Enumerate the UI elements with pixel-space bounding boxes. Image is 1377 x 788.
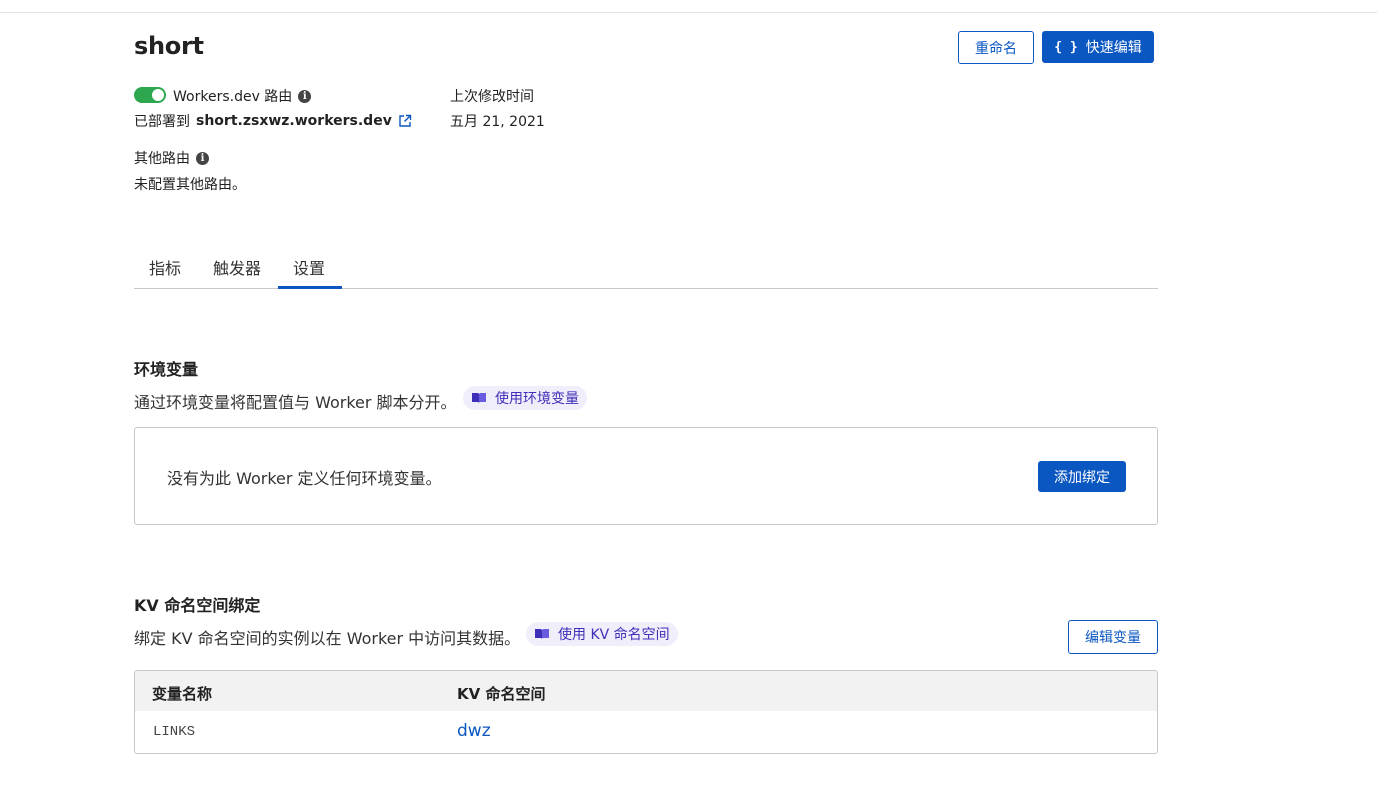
worker-title: short [134, 32, 204, 60]
other-routes-label: 其他路由 [134, 151, 190, 167]
tab-settings[interactable]: 设置 [293, 255, 325, 279]
env-vars-description: 通过环境变量将配置值与 Worker 脚本分开。 [134, 393, 457, 412]
table-row-namespace-link[interactable]: dwz [457, 721, 491, 741]
top-divider [0, 12, 1377, 13]
deployed-prefix: 已部署到 [134, 114, 190, 130]
env-vars-doc-label: 使用环境变量 [495, 391, 579, 407]
env-vars-panel: 没有为此 Worker 定义任何环境变量。 添加绑定 [134, 427, 1158, 525]
info-icon[interactable]: i [196, 151, 209, 165]
quick-edit-label: 快速编辑 [1085, 40, 1142, 56]
table-row-variable: LINKS [153, 724, 196, 740]
other-routes: 其他路由 i [134, 148, 209, 168]
edit-variables-button[interactable]: 编辑变量 [1068, 620, 1158, 654]
rename-button[interactable]: 重命名 [958, 31, 1034, 64]
other-routes-value: 未配置其他路由。 [134, 177, 246, 193]
kv-doc-link[interactable]: 使用 KV 命名空间 [526, 622, 678, 646]
kv-bindings-description: 绑定 KV 命名空间的实例以在 Worker 中访问其数据。 [134, 629, 521, 648]
active-tab-indicator [278, 286, 342, 289]
kv-bindings-title: KV 命名空间绑定 [134, 596, 261, 615]
column-variable-name: 变量名称 [152, 685, 213, 703]
quick-edit-button[interactable]: { } 快速编辑 [1042, 31, 1154, 63]
book-icon [472, 393, 486, 403]
deployed-domain: short.zsxwz.workers.dev [196, 113, 392, 129]
deployed-to: 已部署到 short.zsxwz.workers.dev [134, 111, 412, 131]
tab-bar: 指标 触发器 设置 [134, 244, 1158, 289]
tab-metrics[interactable]: 指标 [149, 255, 181, 279]
workers-dev-routes: Workers.dev 路由 i [173, 86, 312, 106]
tab-triggers[interactable]: 触发器 [213, 255, 261, 279]
column-kv-namespace: KV 命名空间 [457, 685, 546, 703]
workers-dev-label: Workers.dev 路由 [173, 89, 293, 105]
table-header: 变量名称 KV 命名空间 [135, 671, 1157, 711]
book-icon [535, 629, 549, 639]
add-binding-button[interactable]: 添加绑定 [1038, 461, 1126, 492]
env-vars-doc-link[interactable]: 使用环境变量 [463, 386, 587, 410]
kv-doc-label: 使用 KV 命名空间 [558, 627, 670, 643]
info-icon[interactable]: i [298, 89, 312, 103]
kv-bindings-table: 变量名称 KV 命名空间 LINKS dwz [134, 670, 1158, 754]
code-braces-icon: { } [1054, 39, 1078, 55]
env-vars-title: 环境变量 [134, 360, 199, 379]
env-vars-empty-message: 没有为此 Worker 定义任何环境变量。 [167, 469, 442, 488]
last-modified-value: 五月 21, 2021 [450, 114, 545, 130]
workers-dev-toggle[interactable] [134, 87, 166, 103]
last-modified-label: 上次修改时间 [450, 89, 534, 105]
external-link-icon[interactable] [398, 114, 412, 128]
